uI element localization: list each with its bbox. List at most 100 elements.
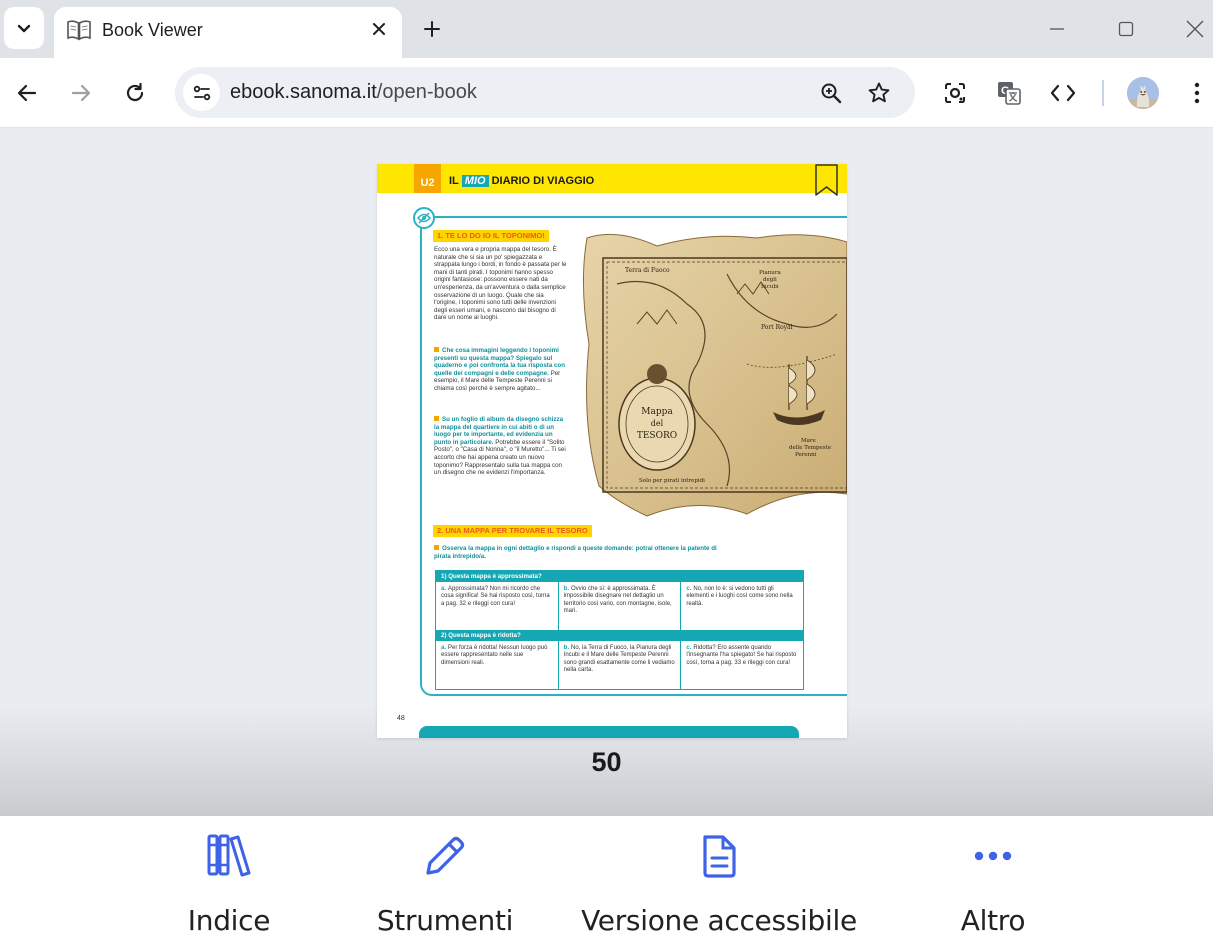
profile-avatar[interactable] bbox=[1127, 77, 1159, 109]
bottom-navigation: Indice Strumenti Versione accessibile Al… bbox=[0, 816, 1213, 945]
address-bar[interactable]: ebook.sanoma.it/open-book bbox=[175, 67, 915, 118]
section2-task-text: Osserva la mappa in ogni dettaglio e ris… bbox=[434, 545, 717, 560]
url-path: /open-book bbox=[376, 81, 477, 103]
zoom-icon bbox=[821, 83, 842, 104]
zoom-button[interactable] bbox=[817, 79, 845, 107]
question-1-options: a. Approssimata? Non mi ricordo che cosa … bbox=[436, 582, 803, 630]
book-page[interactable]: U2 IL MIO DIARIO DI VIAGGIO 1. TE LO DO IO… bbox=[377, 164, 847, 738]
page-number: 50 bbox=[591, 747, 622, 777]
site-info-button[interactable] bbox=[183, 74, 220, 111]
nav-index-label: Indice bbox=[187, 904, 271, 937]
page-folio: 48 bbox=[397, 715, 405, 722]
q2-option-b[interactable]: b. No, la Terra di Fuoco, la Pianura degl… bbox=[559, 641, 682, 689]
page-title: IL MIO DIARIO DI VIAGGIO bbox=[449, 175, 594, 187]
lens-icon bbox=[945, 83, 965, 103]
browser-menu-button[interactable] bbox=[1182, 78, 1212, 108]
menu-icon bbox=[1194, 82, 1200, 104]
devtools-button[interactable] bbox=[1048, 78, 1078, 108]
close-icon bbox=[1186, 20, 1204, 38]
nav-accessible-label: Versione accessibile bbox=[581, 904, 857, 937]
nav-accessible-version[interactable]: Versione accessibile bbox=[579, 816, 859, 945]
tab-search-button[interactable] bbox=[4, 7, 44, 49]
q1-option-c[interactable]: c. No, non lo è: si vedono tutti gli elem… bbox=[681, 582, 803, 630]
back-button[interactable] bbox=[12, 78, 42, 108]
bookmark-star-button[interactable] bbox=[865, 79, 893, 107]
url-domain: ebook.sanoma.it bbox=[230, 81, 377, 103]
books-icon bbox=[207, 834, 251, 877]
star-icon bbox=[868, 82, 890, 103]
question-1: 1) Questa mappa è approssimata? bbox=[436, 571, 803, 582]
section2-title: 2. UNA MAPPA PER TROVARE IL TESORO bbox=[433, 525, 592, 537]
title-pre: IL bbox=[449, 175, 459, 187]
forward-button[interactable] bbox=[66, 78, 96, 108]
unit-badge: U2 bbox=[414, 164, 441, 193]
nav-index[interactable]: Indice bbox=[149, 816, 309, 945]
task1-bold: Che cosa immagini leggendo i toponimi pr… bbox=[434, 347, 565, 377]
tab-strip: Book Viewer bbox=[0, 0, 1213, 58]
translate-button[interactable]: G bbox=[994, 78, 1024, 108]
q1-option-a[interactable]: a. Approssimata? Non mi ricordo che cosa … bbox=[436, 582, 559, 630]
nav-tools[interactable]: Strumenti bbox=[365, 816, 525, 945]
tab-title: Book Viewer bbox=[102, 20, 203, 40]
section1-intro: Ecco una vera e propria mappa del tesoro… bbox=[434, 246, 567, 322]
eye-icon bbox=[413, 207, 435, 229]
section2-task: Osserva la mappa in ogni dettaglio e ris… bbox=[434, 545, 734, 560]
quiz-table: 1) Questa mappa è approssimata? a. Appros… bbox=[435, 570, 804, 690]
page-header-band bbox=[377, 164, 847, 193]
nav-tools-label: Strumenti bbox=[376, 904, 514, 937]
bookmark-icon[interactable] bbox=[814, 164, 839, 197]
reload-button[interactable] bbox=[120, 78, 150, 108]
svg-text:Pianura: Pianura bbox=[759, 270, 781, 276]
svg-text:Terra di Fuoco: Terra di Fuoco bbox=[625, 267, 670, 274]
svg-text:del: del bbox=[651, 419, 664, 428]
new-tab-button[interactable] bbox=[418, 15, 446, 43]
tab-close-button[interactable] bbox=[366, 16, 392, 42]
book-icon bbox=[67, 20, 91, 41]
q1-option-b[interactable]: b. Ovvio che sì: è approssimata. È imposs… bbox=[559, 582, 682, 630]
close-window-button[interactable] bbox=[1180, 14, 1210, 44]
svg-text:Solo per pirati intrepidi: Solo per pirati intrepidi bbox=[639, 478, 705, 484]
browser-toolbar: ebook.sanoma.it/open-book G bbox=[0, 58, 1213, 128]
back-icon bbox=[17, 84, 37, 102]
pencil-icon bbox=[426, 836, 465, 875]
question-2: 2) Questa mappa è ridotta? bbox=[436, 630, 803, 641]
plus-icon bbox=[424, 21, 440, 37]
chevron-down-icon bbox=[17, 24, 31, 33]
svg-text:Port Royal: Port Royal bbox=[761, 324, 793, 331]
question-2-options: a. Per forza è ridotta! Nessun luogo può … bbox=[436, 641, 803, 689]
section1-title: 1. TE LO DO IO IL TOPONIMO! bbox=[433, 230, 549, 242]
site-info-icon bbox=[193, 85, 210, 100]
svg-text:Mappa: Mappa bbox=[641, 407, 673, 417]
book-viewer[interactable]: U2 IL MIO DIARIO DI VIAGGIO 1. TE LO DO IO… bbox=[0, 128, 1213, 816]
translate-icon: G bbox=[998, 82, 1021, 105]
q2-option-a[interactable]: a. Per forza è ridotta! Nessun luogo può … bbox=[436, 641, 559, 689]
nav-more[interactable]: Altro bbox=[913, 816, 1073, 945]
minimize-button[interactable] bbox=[1042, 14, 1072, 44]
next-section-bar bbox=[419, 726, 799, 738]
svg-text:degli: degli bbox=[763, 277, 777, 283]
svg-text:TESORO: TESORO bbox=[637, 431, 677, 441]
active-tab[interactable]: Book Viewer bbox=[54, 7, 402, 58]
forward-icon bbox=[71, 84, 91, 102]
code-icon bbox=[1050, 84, 1076, 102]
minimize-icon bbox=[1050, 28, 1064, 30]
title-post: DIARIO DI VIAGGIO bbox=[491, 175, 595, 187]
q2-option-c[interactable]: c. Ridotta? Ero assente quando l'insegnan… bbox=[681, 641, 803, 689]
cat-avatar-icon bbox=[1127, 77, 1159, 109]
reload-icon bbox=[126, 82, 144, 102]
close-icon bbox=[373, 23, 385, 35]
svg-text:Perenni: Perenni bbox=[795, 452, 817, 458]
maximize-button[interactable] bbox=[1111, 14, 1141, 44]
more-icon bbox=[974, 851, 1012, 861]
svg-text:Mare: Mare bbox=[801, 438, 816, 444]
maximize-icon bbox=[1118, 21, 1134, 37]
svg-text:Incubi: Incubi bbox=[761, 284, 779, 290]
nav-more-label: Altro bbox=[960, 904, 1026, 937]
url-text[interactable]: ebook.sanoma.it/open-book bbox=[230, 81, 477, 104]
treasure-map-image: Mappa del TESORO Terra di Fuoco Pianura … bbox=[582, 233, 847, 517]
toolbar-separator bbox=[1102, 80, 1104, 106]
google-lens-button[interactable] bbox=[940, 78, 970, 108]
task2: Su un foglio di album da disegno schizza… bbox=[434, 416, 567, 477]
document-icon bbox=[703, 835, 736, 878]
task1: Che cosa immagini leggendo i toponimi pr… bbox=[434, 347, 567, 393]
